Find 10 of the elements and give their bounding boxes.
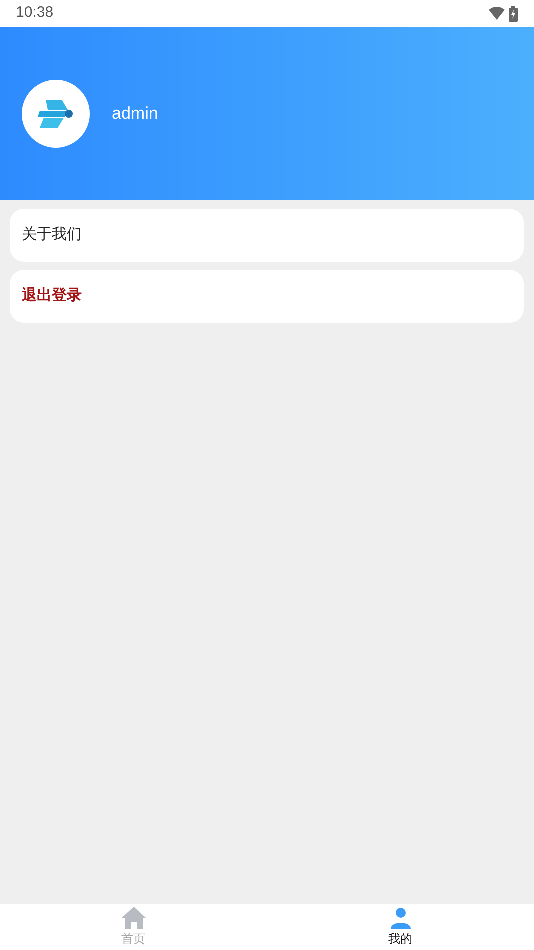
- person-icon: [388, 906, 412, 930]
- logo-icon: [36, 98, 76, 130]
- menu-item[interactable]: 退出登录: [10, 270, 524, 323]
- menu-item[interactable]: 关于我们: [10, 209, 524, 262]
- battery-icon: [509, 6, 518, 22]
- wifi-icon: [489, 7, 505, 20]
- status-time: 10:38: [16, 3, 54, 24]
- tab[interactable]: 我的: [267, 904, 534, 950]
- home-icon: [120, 906, 146, 930]
- username: admin: [112, 102, 158, 125]
